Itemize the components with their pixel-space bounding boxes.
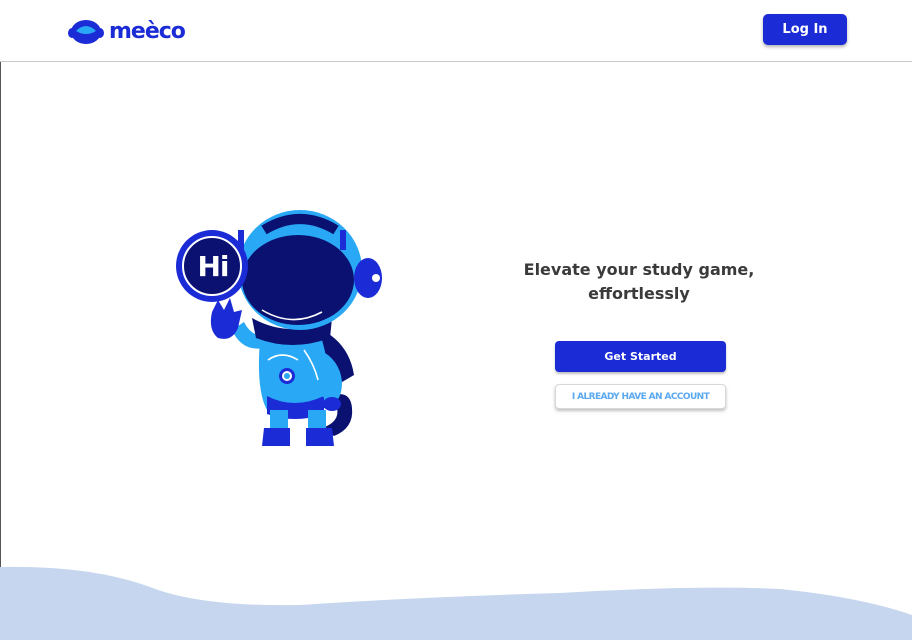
mascot-astronaut [176, 210, 382, 446]
logo-text: meèco [109, 18, 186, 44]
headline-line-1: Elevate your study game, [523, 260, 755, 279]
already-have-account-button[interactable]: I ALREADY HAVE AN ACCOUNT [555, 384, 726, 409]
hero-headline: Elevate your study game, effortlessly [510, 258, 768, 306]
top-header: meèco Log In [0, 0, 912, 62]
log-in-button[interactable]: Log In [763, 14, 847, 45]
page-frame [0, 0, 912, 640]
logo-helmet-icon [68, 20, 104, 44]
get-started-button[interactable]: Get Started [555, 341, 726, 372]
brand-logo[interactable]: meèco [68, 17, 186, 45]
mascot-bubble-text: Hi [197, 250, 229, 283]
decorative-wave [0, 566, 912, 640]
headline-line-2: effortlessly [588, 284, 690, 303]
